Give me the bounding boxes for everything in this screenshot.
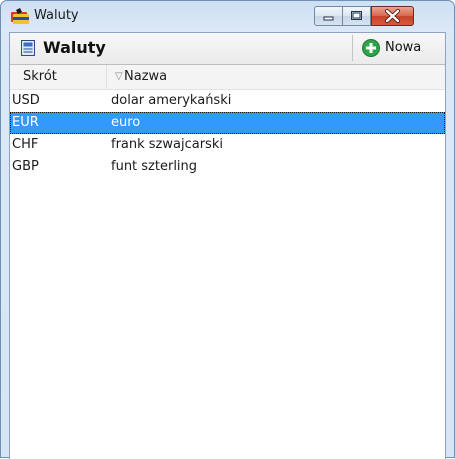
table-row[interactable]: CHF frank szwajcarski	[10, 134, 445, 156]
table-row-selected[interactable]: EUR euro	[10, 112, 445, 134]
close-button[interactable]	[371, 6, 414, 26]
currency-name-cell: euro	[111, 115, 141, 130]
client-area: Waluty Nowa Skrót ▽ Nazwa USD dolar amer…	[9, 32, 446, 459]
currency-list: USD dolar amerykański EUR euro CHF frank…	[10, 90, 445, 178]
currency-list-icon	[21, 40, 35, 56]
column-header-name[interactable]: ▽ Nazwa	[107, 65, 445, 89]
maximize-button[interactable]	[343, 6, 371, 26]
sort-descending-icon: ▽	[115, 71, 123, 82]
currency-code-cell: USD	[12, 93, 40, 108]
table-row[interactable]: GBP funt szterling	[10, 156, 445, 178]
new-button[interactable]: Nowa	[352, 35, 442, 61]
column-header-code-label: Skrót	[23, 69, 57, 84]
new-button-label: Nowa	[385, 40, 422, 55]
panel-header: Waluty Nowa	[10, 33, 445, 65]
close-icon	[385, 9, 400, 23]
table-row[interactable]: USD dolar amerykański	[10, 90, 445, 112]
panel-title: Waluty	[43, 38, 106, 57]
currency-code-cell: EUR	[12, 115, 39, 130]
currency-name-cell: frank szwajcarski	[111, 137, 223, 152]
minimize-button[interactable]	[314, 6, 343, 26]
column-header-code[interactable]: Skrót	[10, 65, 107, 89]
currency-name-cell: funt szterling	[111, 159, 198, 174]
minimize-icon	[323, 16, 334, 21]
currency-name-cell: dolar amerykański	[111, 93, 232, 108]
window-title: Waluty	[34, 8, 79, 23]
column-headers: Skrót ▽ Nazwa	[10, 65, 445, 90]
maximize-icon	[351, 11, 362, 20]
currency-code-cell: CHF	[12, 137, 39, 152]
title-bar[interactable]: Waluty	[1, 1, 454, 33]
currency-app-icon	[11, 8, 29, 24]
column-header-name-label: Nazwa	[124, 69, 168, 84]
currency-code-cell: GBP	[12, 159, 39, 174]
app-window: Waluty Waluty Nowa Skrót ▽ Nazwa USD dol…	[0, 0, 455, 459]
plus-circle-icon	[362, 39, 380, 57]
